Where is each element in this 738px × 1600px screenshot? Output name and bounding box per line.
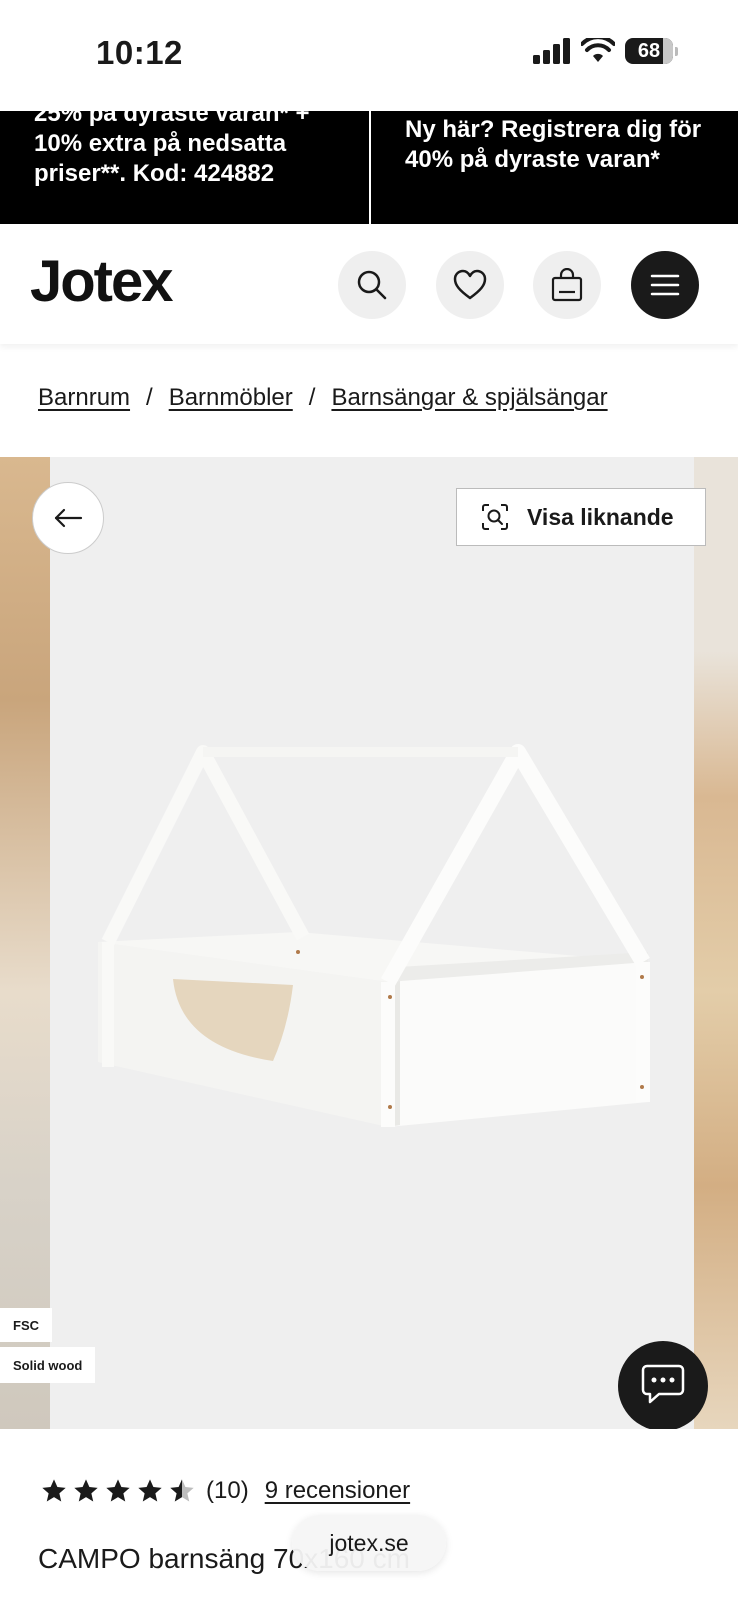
show-similar-button[interactable]: Visa liknande bbox=[456, 488, 706, 546]
back-button[interactable] bbox=[32, 482, 104, 554]
star-filled-icon bbox=[138, 1479, 162, 1502]
status-bar: 10:12 68 bbox=[0, 0, 738, 111]
battery-indicator: 68 bbox=[625, 38, 673, 64]
rating-count: (10) bbox=[206, 1477, 249, 1504]
shopping-bag-icon bbox=[551, 268, 583, 302]
reviews-link[interactable]: 9 recensioner bbox=[265, 1477, 410, 1505]
chat-button[interactable] bbox=[618, 1341, 708, 1429]
star-filled-icon bbox=[74, 1479, 98, 1502]
cellular-signal-icon bbox=[533, 38, 570, 64]
promo-banner[interactable]: 25% på dyraste varan* + 10% extra på ned… bbox=[0, 111, 738, 224]
show-similar-label: Visa liknande bbox=[527, 503, 674, 530]
heart-icon bbox=[453, 269, 487, 300]
fsc-badge: FSC bbox=[0, 1308, 52, 1342]
breadcrumb-barnmobler[interactable]: Barnmöbler bbox=[169, 384, 293, 412]
search-button[interactable] bbox=[338, 251, 406, 319]
favorites-button[interactable] bbox=[436, 251, 504, 319]
cart-button[interactable] bbox=[533, 251, 601, 319]
jotex-logo[interactable]: Jotex bbox=[30, 248, 174, 315]
status-icons: 68 bbox=[533, 38, 678, 64]
promo-discount-text[interactable]: 25% på dyraste varan* + 10% extra på ned… bbox=[0, 111, 369, 212]
product-rating: (10) 9 recensioner bbox=[40, 1477, 410, 1505]
rating-stars bbox=[40, 1477, 196, 1505]
star-filled-icon bbox=[106, 1479, 130, 1502]
star-filled-icon bbox=[42, 1479, 66, 1502]
next-image-peek[interactable] bbox=[694, 457, 738, 1429]
search-icon bbox=[357, 270, 387, 300]
solid-wood-badge: Solid wood bbox=[0, 1347, 96, 1383]
breadcrumb-barnsangar[interactable]: Barnsängar & spjälsängar bbox=[331, 384, 607, 412]
wifi-icon bbox=[581, 38, 615, 62]
status-time: 10:12 bbox=[96, 34, 183, 71]
product-gallery[interactable]: Visa liknande FSC Solid wood bbox=[0, 457, 738, 1429]
battery-nub bbox=[675, 46, 678, 56]
breadcrumb: Barnrum / Barnmöbler / Barnsängar & spjä… bbox=[38, 384, 608, 412]
star-half-icon bbox=[170, 1479, 194, 1502]
visual-search-icon bbox=[482, 504, 508, 530]
chat-bubble-icon bbox=[641, 1364, 685, 1404]
browser-url-bar[interactable]: jotex.se bbox=[292, 1515, 446, 1571]
previous-image-peek[interactable] bbox=[0, 457, 50, 1429]
breadcrumb-separator: / bbox=[146, 384, 153, 411]
site-header: Jotex bbox=[0, 224, 738, 344]
promo-register-text[interactable]: Ny här? Registrera dig för 40% på dyrast… bbox=[371, 111, 738, 224]
battery-level: 68 bbox=[637, 39, 661, 62]
menu-button[interactable] bbox=[631, 251, 699, 319]
breadcrumb-barnrum[interactable]: Barnrum bbox=[38, 384, 130, 412]
hamburger-menu-icon bbox=[650, 274, 680, 296]
product-image-bed[interactable] bbox=[88, 727, 668, 1147]
arrow-left-icon bbox=[54, 508, 83, 528]
breadcrumb-separator: / bbox=[308, 384, 316, 411]
